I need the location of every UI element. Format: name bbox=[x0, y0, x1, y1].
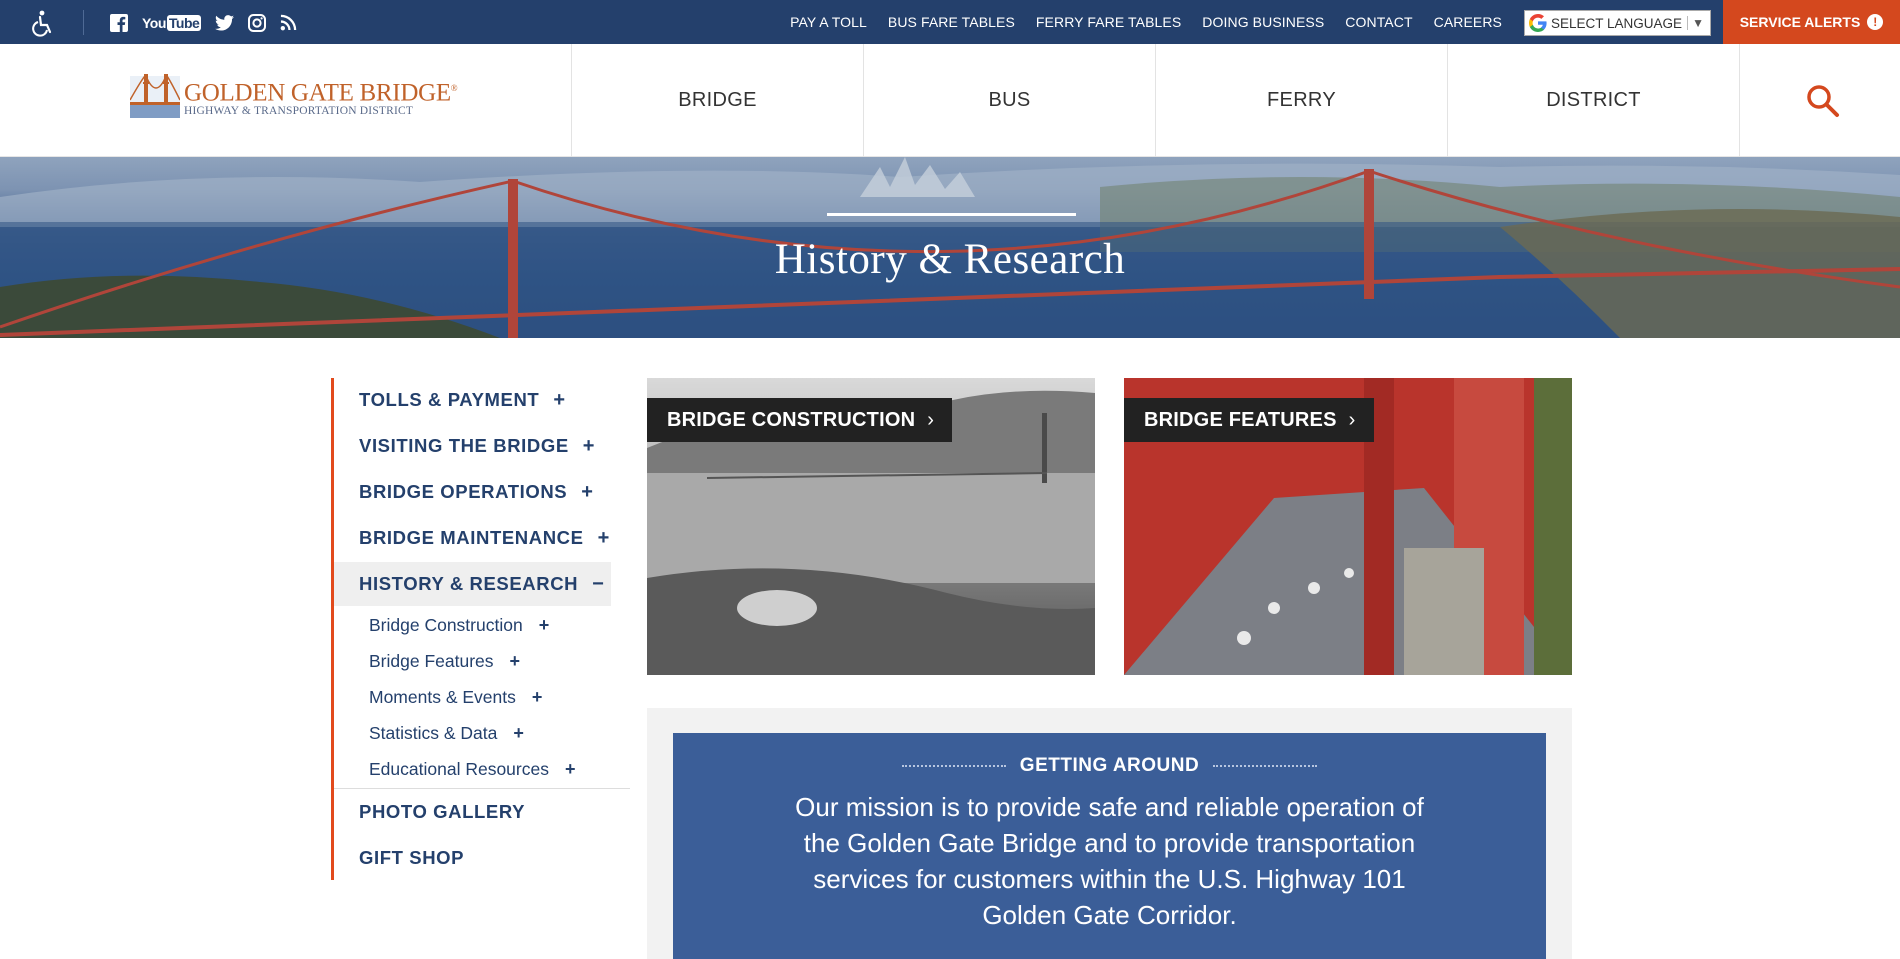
sidenav-item-label: HISTORY & RESEARCH bbox=[359, 573, 579, 594]
pay-a-toll-link[interactable]: PAY A TOLL bbox=[790, 14, 867, 30]
nav-bridge[interactable]: BRIDGE bbox=[571, 44, 863, 157]
logo-line1: GOLDEN GATE BRIDGE bbox=[184, 79, 451, 107]
card-bridge-construction[interactable]: BRIDGE CONSTRUCTION › bbox=[647, 378, 1095, 675]
expand-icon[interactable]: + bbox=[581, 481, 593, 504]
search-button[interactable] bbox=[1739, 44, 1900, 157]
language-select[interactable]: SELECT LANGUAGE ▼ bbox=[1524, 10, 1711, 36]
main-nav: BRIDGE BUS FERRY DISTRICT bbox=[571, 44, 1900, 157]
utility-nav: PAY A TOLL BUS FARE TABLES FERRY FARE TA… bbox=[790, 0, 1502, 44]
sidenav-subitem-statistics-data[interactable]: Statistics & Data + bbox=[369, 718, 524, 748]
sidenav-subitem-label: Bridge Construction bbox=[369, 614, 523, 635]
sidenav-item-label: PHOTO GALLERY bbox=[359, 801, 526, 822]
doing-business-link[interactable]: DOING BUSINESS bbox=[1202, 14, 1324, 30]
chevron-right-icon: › bbox=[927, 408, 935, 431]
card-bridge-features[interactable]: BRIDGE FEATURES › bbox=[1124, 378, 1572, 675]
youtube-tube-text: Tube bbox=[166, 14, 202, 31]
search-icon bbox=[1806, 84, 1839, 117]
divider bbox=[83, 10, 84, 35]
card-label[interactable]: BRIDGE FEATURES › bbox=[1124, 398, 1374, 442]
hero-title-rule bbox=[827, 213, 1076, 216]
google-icon bbox=[1529, 14, 1547, 32]
facebook-icon[interactable] bbox=[110, 12, 128, 33]
sidenav-divider bbox=[334, 788, 630, 789]
sidenav-item-tolls-payment[interactable]: TOLLS & PAYMENT + bbox=[334, 378, 566, 422]
sidenav-item-label: BRIDGE MAINTENANCE bbox=[359, 527, 584, 548]
hero-banner: History & Research bbox=[0, 157, 1900, 338]
nav-district[interactable]: DISTRICT bbox=[1447, 44, 1739, 157]
bus-fare-tables-link[interactable]: BUS FARE TABLES bbox=[888, 14, 1015, 30]
sidenav-subitem-bridge-features[interactable]: Bridge Features + bbox=[369, 646, 520, 676]
mission-section: GETTING AROUND Our mission is to provide… bbox=[647, 708, 1572, 959]
sidenav-item-label: VISITING THE BRIDGE bbox=[359, 435, 569, 456]
sidenav-subitem-educational-resources[interactable]: Educational Resources + bbox=[369, 754, 575, 784]
mission-box: GETTING AROUND Our mission is to provide… bbox=[673, 733, 1546, 959]
logo-title: GOLDEN GATE BRIDGE® bbox=[184, 75, 458, 107]
instagram-icon[interactable] bbox=[248, 12, 267, 33]
accessibility-icon[interactable] bbox=[28, 9, 56, 37]
mission-kicker-text: GETTING AROUND bbox=[1019, 755, 1200, 776]
dropdown-arrow-icon: ▼ bbox=[1687, 16, 1704, 30]
twitter-icon[interactable] bbox=[215, 12, 235, 33]
site-logo[interactable]: GOLDEN GATE BRIDGE® HIGHWAY & TRANSPORTA… bbox=[130, 70, 458, 122]
expand-icon[interactable]: + bbox=[565, 759, 576, 780]
page-title: History & Research bbox=[774, 236, 1126, 283]
ferry-fare-tables-link[interactable]: FERRY FARE TABLES bbox=[1036, 14, 1181, 30]
expand-icon[interactable]: + bbox=[553, 389, 565, 412]
sidenav-subitem-label: Educational Resources bbox=[369, 758, 549, 779]
expand-icon[interactable]: + bbox=[539, 615, 550, 636]
service-alerts-label: SERVICE ALERTS bbox=[1739, 14, 1861, 30]
youtube-icon[interactable]: You Tube bbox=[142, 12, 202, 33]
contact-link[interactable]: CONTACT bbox=[1345, 14, 1412, 30]
site-header: GOLDEN GATE BRIDGE® HIGHWAY & TRANSPORTA… bbox=[0, 44, 1900, 157]
language-select-label: SELECT LANGUAGE bbox=[1551, 15, 1683, 31]
card-label[interactable]: BRIDGE CONSTRUCTION › bbox=[647, 398, 953, 442]
card-label-text: BRIDGE CONSTRUCTION bbox=[667, 408, 916, 431]
sidenav-item-label: TOLLS & PAYMENT bbox=[359, 389, 540, 410]
bridge-logo-icon bbox=[130, 74, 180, 118]
sidenav-item-label: BRIDGE OPERATIONS bbox=[359, 481, 568, 502]
youtube-you-text: You bbox=[142, 14, 166, 31]
social-links: You Tube bbox=[110, 12, 297, 33]
dotted-rule bbox=[1213, 765, 1318, 767]
sidenav-subitem-label: Bridge Features bbox=[369, 650, 494, 671]
registered-mark: ® bbox=[450, 83, 458, 94]
nav-ferry[interactable]: FERRY bbox=[1155, 44, 1447, 157]
expand-icon[interactable]: + bbox=[513, 723, 524, 744]
sidenav-subitem-bridge-construction[interactable]: Bridge Construction + bbox=[369, 610, 549, 640]
alert-icon: ! bbox=[1867, 14, 1884, 30]
expand-icon[interactable]: + bbox=[583, 435, 595, 458]
expand-icon[interactable]: + bbox=[532, 687, 543, 708]
sidenav-subitem-moments-events[interactable]: Moments & Events + bbox=[369, 682, 542, 712]
sidenav-item-gift-shop[interactable]: GIFT SHOP bbox=[334, 836, 464, 880]
card-label-text: BRIDGE FEATURES bbox=[1144, 408, 1337, 431]
sidenav-subitem-label: Statistics & Data bbox=[369, 722, 498, 743]
sidenav-item-visiting-the-bridge[interactable]: VISITING THE BRIDGE + bbox=[334, 424, 595, 468]
expand-icon[interactable]: + bbox=[598, 527, 610, 550]
collapse-icon[interactable]: − bbox=[592, 573, 604, 596]
sidenav-item-bridge-operations[interactable]: BRIDGE OPERATIONS + bbox=[334, 470, 594, 514]
rss-icon[interactable] bbox=[280, 12, 297, 33]
chevron-right-icon: › bbox=[1348, 408, 1356, 431]
sidenav-item-history-research[interactable]: HISTORY & RESEARCH − bbox=[334, 562, 611, 606]
sidenav-item-photo-gallery[interactable]: PHOTO GALLERY bbox=[334, 790, 525, 834]
nav-bus[interactable]: BUS bbox=[863, 44, 1155, 157]
utility-bar: You Tube PAY A TOLL BUS FARE TABLES FERRY… bbox=[0, 0, 1900, 44]
section-sidenav: TOLLS & PAYMENT + VISITING THE BRIDGE + … bbox=[331, 378, 630, 880]
sidenav-item-label: GIFT SHOP bbox=[359, 847, 465, 868]
service-alerts-button[interactable]: SERVICE ALERTS ! bbox=[1723, 0, 1900, 44]
dotted-rule bbox=[901, 765, 1006, 767]
mission-statement: Our mission is to provide safe and relia… bbox=[795, 792, 1424, 930]
sidenav-subitem-label: Moments & Events bbox=[369, 686, 516, 707]
sidenav-item-bridge-maintenance[interactable]: BRIDGE MAINTENANCE + bbox=[334, 516, 610, 560]
expand-icon[interactable]: + bbox=[510, 651, 521, 672]
mission-kicker: GETTING AROUND bbox=[673, 755, 1546, 777]
careers-link[interactable]: CAREERS bbox=[1434, 14, 1502, 30]
